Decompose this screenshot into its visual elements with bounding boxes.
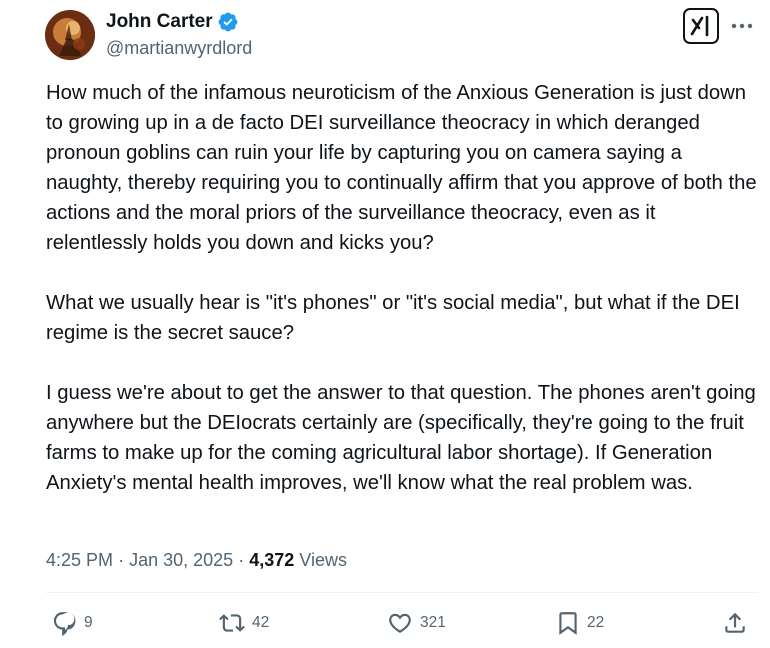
post-paragraph-2: What we usually hear is "it's phones" or… bbox=[46, 292, 740, 344]
post-date[interactable]: Jan 30, 2025 bbox=[129, 550, 233, 570]
like-button[interactable]: 321 bbox=[386, 609, 446, 637]
like-count: 321 bbox=[420, 614, 446, 631]
verified-badge-icon[interactable] bbox=[217, 11, 239, 33]
bookmark-button[interactable]: 22 bbox=[555, 609, 604, 637]
share-button[interactable] bbox=[722, 609, 748, 637]
post-paragraph-3: I guess we're about to get the answer to… bbox=[46, 382, 756, 494]
display-name-row: John Carter bbox=[106, 10, 252, 34]
bookmark-count: 22 bbox=[587, 614, 605, 631]
author-names: John Carter @martianwyrdlord bbox=[106, 10, 252, 60]
author-avatar[interactable] bbox=[45, 10, 95, 60]
grok-button[interactable] bbox=[683, 8, 719, 44]
views-label: Views bbox=[299, 550, 347, 570]
heart-icon bbox=[389, 613, 411, 633]
reply-button[interactable]: 9 bbox=[52, 609, 93, 637]
avatar-image bbox=[45, 10, 95, 60]
more-options-icon bbox=[731, 23, 753, 29]
display-name[interactable]: John Carter bbox=[106, 10, 213, 34]
repost-icon bbox=[219, 614, 245, 632]
tweet: John Carter @martianwyrdlord How much of… bbox=[0, 0, 770, 648]
bookmark-icon bbox=[559, 612, 577, 635]
post-paragraph-1: How much of the infamous neuroticism of … bbox=[46, 82, 757, 254]
reply-count: 9 bbox=[84, 614, 93, 631]
post-body: How much of the infamous neuroticism of … bbox=[46, 78, 761, 498]
author-handle[interactable]: @martianwyrdlord bbox=[106, 36, 252, 60]
share-icon bbox=[725, 612, 745, 633]
repost-count: 42 bbox=[252, 614, 270, 631]
views-count[interactable]: 4,372 bbox=[249, 550, 294, 570]
more-options-button[interactable] bbox=[728, 12, 756, 40]
post-meta: 4:25 PM · Jan 30, 2025 · 4,372 Views bbox=[46, 548, 347, 572]
grok-icon bbox=[690, 15, 709, 37]
meta-separator: · bbox=[238, 550, 245, 570]
meta-separator: · bbox=[118, 550, 125, 570]
divider bbox=[46, 592, 758, 593]
reply-icon bbox=[53, 612, 76, 636]
repost-button[interactable]: 42 bbox=[218, 609, 269, 637]
post-time[interactable]: 4:25 PM bbox=[46, 550, 113, 570]
